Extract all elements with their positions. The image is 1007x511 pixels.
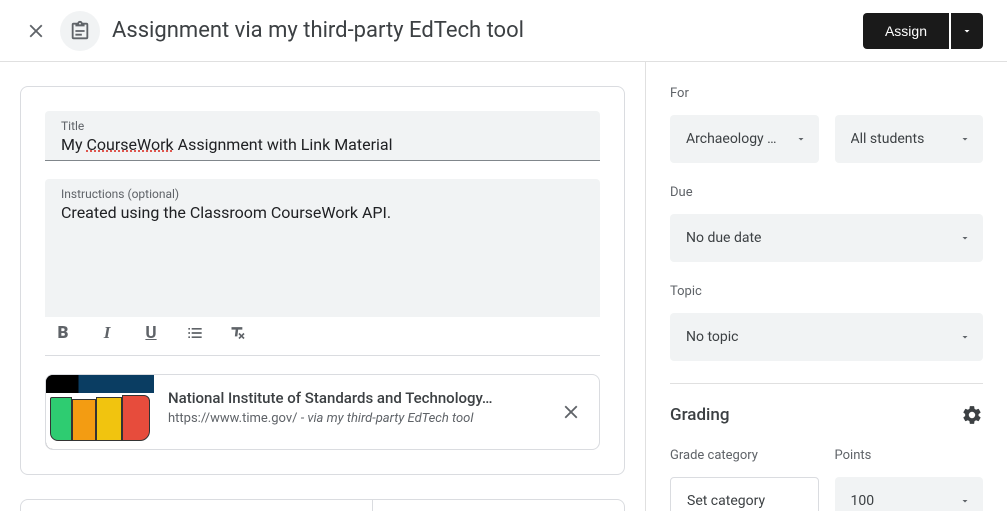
instructions-field[interactable]: Instructions (optional) Created using th… <box>45 179 600 317</box>
close-button[interactable] <box>12 7 60 55</box>
divider <box>670 383 983 384</box>
secondary-card <box>20 499 625 511</box>
caret-down-icon <box>959 232 971 244</box>
bold-button[interactable]: B <box>51 321 75 345</box>
due-label: Due <box>670 185 983 200</box>
attachment-card[interactable]: National Institute of Standards and Tech… <box>45 374 600 450</box>
topic-select[interactable]: No topic <box>670 313 983 361</box>
grading-row: Grade category Set category Points 100 <box>670 448 983 511</box>
students-value: All students <box>851 131 925 147</box>
assign-button[interactable]: Assign <box>863 13 949 49</box>
bullet-list-button[interactable] <box>183 321 207 345</box>
sidebar-panel: For Archaeology … All students Due No du… <box>645 62 1007 511</box>
due-row: No due date <box>670 214 983 262</box>
italic-button[interactable]: I <box>95 321 119 345</box>
for-row: Archaeology … All students <box>670 115 983 163</box>
topic-value: No topic <box>686 329 738 345</box>
header-bar: Assignment via my third-party EdTech too… <box>0 0 1007 62</box>
body: Title My CourseWork Assignment with Link… <box>0 62 1007 511</box>
caret-down-icon <box>959 331 971 343</box>
class-select[interactable]: Archaeology … <box>670 115 819 163</box>
due-select[interactable]: No due date <box>670 214 983 262</box>
main-panel: Title My CourseWork Assignment with Link… <box>0 62 645 511</box>
assignment-icon <box>69 20 91 42</box>
title-post: Assignment with Link Material <box>174 135 393 154</box>
attachment-thumbnail <box>46 375 154 449</box>
list-icon <box>185 323 205 343</box>
for-label: For <box>670 86 983 101</box>
points-label: Points <box>835 448 984 463</box>
attachment-url: https://www.time.gov/ <box>168 411 298 426</box>
grading-header: Grading <box>670 404 983 426</box>
points-select[interactable]: 100 <box>835 477 984 511</box>
topic-row: No topic <box>670 313 983 361</box>
topic-label: Topic <box>670 284 983 299</box>
secondary-left <box>21 500 373 511</box>
assign-button-group: Assign <box>863 13 983 49</box>
secondary-right <box>373 500 624 511</box>
caret-down-icon <box>959 133 971 145</box>
students-select[interactable]: All students <box>835 115 984 163</box>
assignment-card: Title My CourseWork Assignment with Link… <box>20 86 625 475</box>
gradecat-value: Set category <box>687 493 765 509</box>
assignment-type-icon-wrap <box>60 11 100 51</box>
close-icon <box>560 401 582 423</box>
title-field[interactable]: Title My CourseWork Assignment with Link… <box>45 111 600 161</box>
due-value: No due date <box>686 230 761 246</box>
clear-format-button[interactable] <box>227 321 251 345</box>
underline-button[interactable]: U <box>139 321 163 345</box>
page-title: Assignment via my third-party EdTech too… <box>112 18 863 43</box>
clear-format-icon <box>229 323 249 343</box>
points-col: Points 100 <box>835 448 984 511</box>
caret-down-icon <box>961 25 973 37</box>
points-value: 100 <box>851 493 875 509</box>
remove-attachment-button[interactable] <box>543 375 599 449</box>
title-pre: My <box>61 135 87 154</box>
title-underlined: CourseWork <box>87 135 174 154</box>
title-value: My CourseWork Assignment with Link Mater… <box>61 135 584 154</box>
class-value: Archaeology … <box>686 131 777 147</box>
instructions-label: Instructions (optional) <box>61 187 584 201</box>
attachment-title: National Institute of Standards and Tech… <box>168 389 529 407</box>
format-toolbar: B I U <box>45 317 600 356</box>
attachment-via: - via my third-party EdTech tool <box>298 411 474 426</box>
gradecat-label: Grade category <box>670 448 819 463</box>
attachment-info: National Institute of Standards and Tech… <box>154 375 543 449</box>
gradecat-select[interactable]: Set category <box>670 477 819 511</box>
grading-settings-button[interactable] <box>961 404 983 426</box>
gradecat-col: Grade category Set category <box>670 448 819 511</box>
instructions-value: Created using the Classroom CourseWork A… <box>61 203 584 222</box>
assign-dropdown-button[interactable] <box>951 13 983 49</box>
caret-down-icon <box>959 495 971 507</box>
gear-icon <box>961 404 983 426</box>
grading-label: Grading <box>670 405 729 425</box>
close-icon <box>25 20 47 42</box>
title-label: Title <box>61 119 584 133</box>
caret-down-icon <box>795 133 807 145</box>
attachment-subtitle: https://www.time.gov/ - via my third-par… <box>168 411 529 426</box>
